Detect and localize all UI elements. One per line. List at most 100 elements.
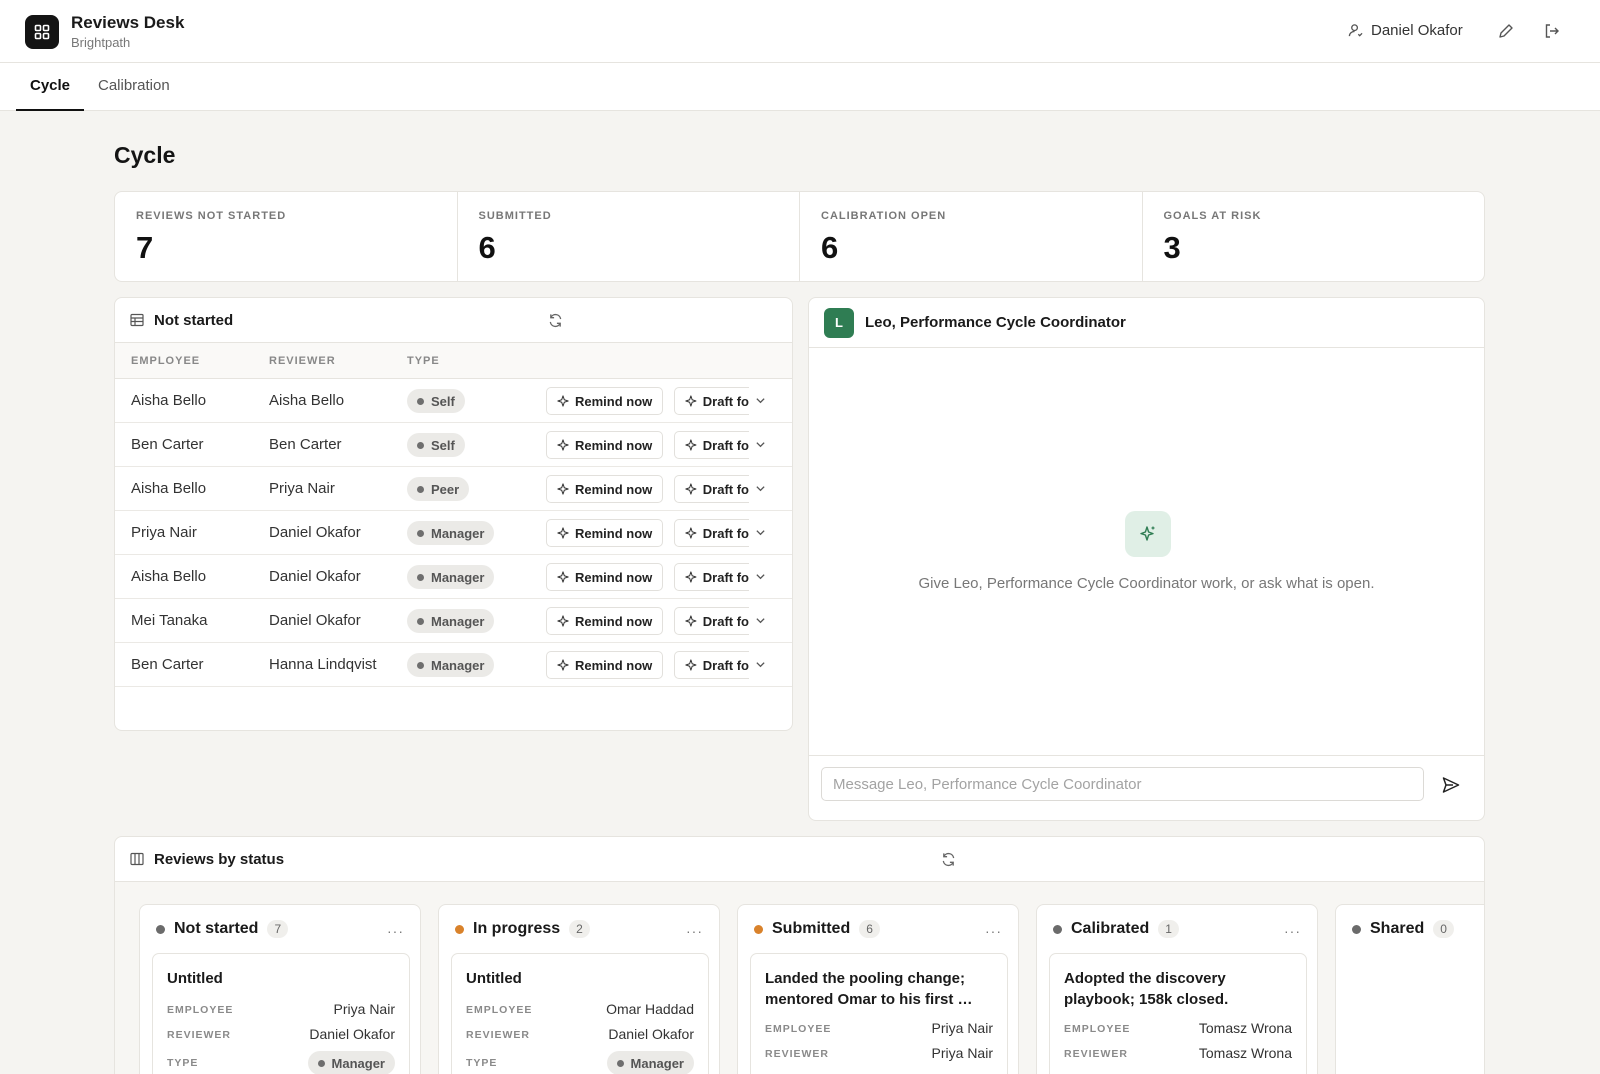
reviewer-cell: Daniel Okafor [269, 524, 361, 541]
chevron-down-icon[interactable] [755, 439, 766, 450]
chevron-down-icon[interactable] [755, 395, 766, 406]
sparkle-icon [557, 615, 569, 627]
column-header: Submitted 6 [754, 920, 880, 938]
field-value: Tomasz Wrona [1198, 1045, 1292, 1061]
type-label: Manager [630, 1055, 684, 1071]
status-dot [417, 529, 424, 537]
card-title: Adopted the discovery playbook; 158k clo… [1064, 970, 1229, 1008]
table-row: Aisha Bello Daniel Okafor Manager Remind… [115, 555, 792, 599]
column-name: Shared [1370, 920, 1425, 937]
tab-calibration[interactable]: Calibration [84, 63, 184, 111]
panel-header: Reviews by status [115, 837, 1484, 882]
draft-label: Draft fo [702, 657, 749, 673]
remind-now-button[interactable]: Remind now [546, 651, 664, 679]
remind-label: Remind now [575, 481, 653, 497]
field-label: TYPE [167, 1057, 199, 1069]
remind-now-button[interactable]: Remind now [546, 563, 664, 591]
field-label: REVIEWER [1064, 1048, 1129, 1060]
chat-header: L Leo, Performance Cycle Coordinator [809, 298, 1484, 348]
chevron-down-icon[interactable] [755, 571, 766, 582]
type-label: Manager [431, 657, 485, 673]
chevron-down-icon[interactable] [755, 659, 766, 670]
stats-bar: REVIEWS NOT STARTED 7 SUBMITTED 6 CALIBR… [114, 191, 1485, 282]
remind-now-button[interactable]: Remind now [546, 387, 664, 415]
edit-icon[interactable] [1497, 22, 1515, 40]
column-header-type: TYPE [407, 355, 440, 367]
column-count: 0 [1433, 920, 1454, 938]
type-label: Self [431, 393, 455, 409]
draft-button[interactable]: Draft fo [674, 475, 749, 503]
status-dot [417, 661, 424, 669]
draft-button[interactable]: Draft fo [674, 431, 749, 459]
more-icon[interactable]: ··· [686, 923, 703, 939]
card-reviewer: REVIEWER Priya Nair [765, 1041, 993, 1066]
draft-button[interactable]: Draft fo [674, 519, 749, 547]
sparkle-icon [685, 615, 697, 627]
tab-cycle[interactable]: Cycle [16, 63, 85, 111]
sparkle-icon [557, 439, 569, 451]
card-reviewer: REVIEWER Tomasz Wrona [1064, 1041, 1292, 1066]
reviewer-cell: Hanna Lindqvist [269, 656, 377, 673]
type-badge: Peer [407, 477, 470, 501]
draft-button[interactable]: Draft fo [674, 563, 749, 591]
column-header: Shared 0 [1352, 920, 1454, 938]
stat-reviews-not-started: REVIEWS NOT STARTED 7 [115, 192, 458, 281]
user-menu[interactable]: Daniel Okafor [1348, 22, 1463, 39]
kanban-board: Not started 7 ··· Untitled EMPLOYEE Priya… [115, 882, 1484, 1074]
message-input[interactable] [821, 767, 1424, 801]
more-icon[interactable]: ··· [1284, 923, 1301, 939]
card-employee: EMPLOYEE Priya Nair [765, 1016, 993, 1041]
table-row: Priya Nair Daniel Okafor Manager Remind … [115, 511, 792, 555]
field-value: Priya Nair [931, 1045, 993, 1061]
remind-label: Remind now [575, 613, 653, 629]
refresh-icon[interactable] [548, 313, 563, 328]
panel-header: Not started [115, 298, 792, 343]
card-employee: EMPLOYEE Priya Nair [167, 997, 395, 1022]
chevron-down-icon[interactable] [755, 527, 766, 538]
sparkle-icon [557, 483, 569, 495]
card-title: Untitled [167, 970, 223, 987]
remind-now-button[interactable]: Remind now [546, 607, 664, 635]
field-label: REVIEWER [466, 1029, 531, 1041]
chevron-down-icon[interactable] [755, 615, 766, 626]
stat-value: 3 [1163, 230, 1181, 265]
more-icon[interactable]: ··· [387, 923, 404, 939]
send-icon[interactable] [1441, 775, 1461, 795]
employee-cell: Priya Nair [131, 524, 197, 541]
table-row: Aisha Bello Aisha Bello Self Remind now … [115, 379, 792, 423]
field-label: EMPLOYEE [167, 1004, 234, 1016]
type-badge: Manager [407, 521, 495, 545]
remind-now-button[interactable]: Remind now [546, 431, 664, 459]
type-badge: Manager [407, 653, 495, 677]
refresh-icon[interactable] [941, 852, 956, 867]
stat-calibration-open: CALIBRATION OPEN 6 [800, 192, 1143, 281]
draft-label: Draft fo [702, 437, 749, 453]
app-subtitle: Brightpath [71, 35, 131, 50]
employee-cell: Ben Carter [131, 656, 204, 673]
remind-label: Remind now [575, 393, 653, 409]
sparkle-icon [557, 527, 569, 539]
employee-cell: Aisha Bello [131, 392, 207, 409]
review-card[interactable]: Landed the pooling change; mentored Omar… [750, 953, 1008, 1074]
status-dot [455, 924, 464, 934]
status-dot [1352, 924, 1361, 934]
status-dot [754, 924, 763, 934]
type-label: Manager [431, 569, 485, 585]
remind-label: Remind now [575, 525, 653, 541]
draft-button[interactable]: Draft fo [674, 651, 749, 679]
draft-button[interactable]: Draft fo [674, 387, 749, 415]
more-icon[interactable]: ··· [985, 923, 1002, 939]
chevron-down-icon[interactable] [755, 483, 766, 494]
draft-button[interactable]: Draft fo [674, 607, 749, 635]
remind-now-button[interactable]: Remind now [546, 475, 664, 503]
review-card[interactable]: Untitled EMPLOYEE Priya Nair REVIEWER Dani… [152, 953, 410, 1074]
card-type: TYPE Manager [466, 1047, 694, 1074]
field-value: Daniel Okafor [608, 1026, 694, 1042]
review-card[interactable]: Untitled EMPLOYEE Omar Haddad REVIEWER Dan… [451, 953, 709, 1074]
logout-icon[interactable] [1543, 22, 1561, 40]
remind-now-button[interactable]: Remind now [546, 519, 664, 547]
review-card[interactable]: Adopted the discovery playbook; 158k clo… [1049, 953, 1307, 1074]
column-count: 2 [569, 920, 590, 938]
draft-label: Draft fo [702, 481, 749, 497]
stat-value: 6 [821, 230, 839, 265]
